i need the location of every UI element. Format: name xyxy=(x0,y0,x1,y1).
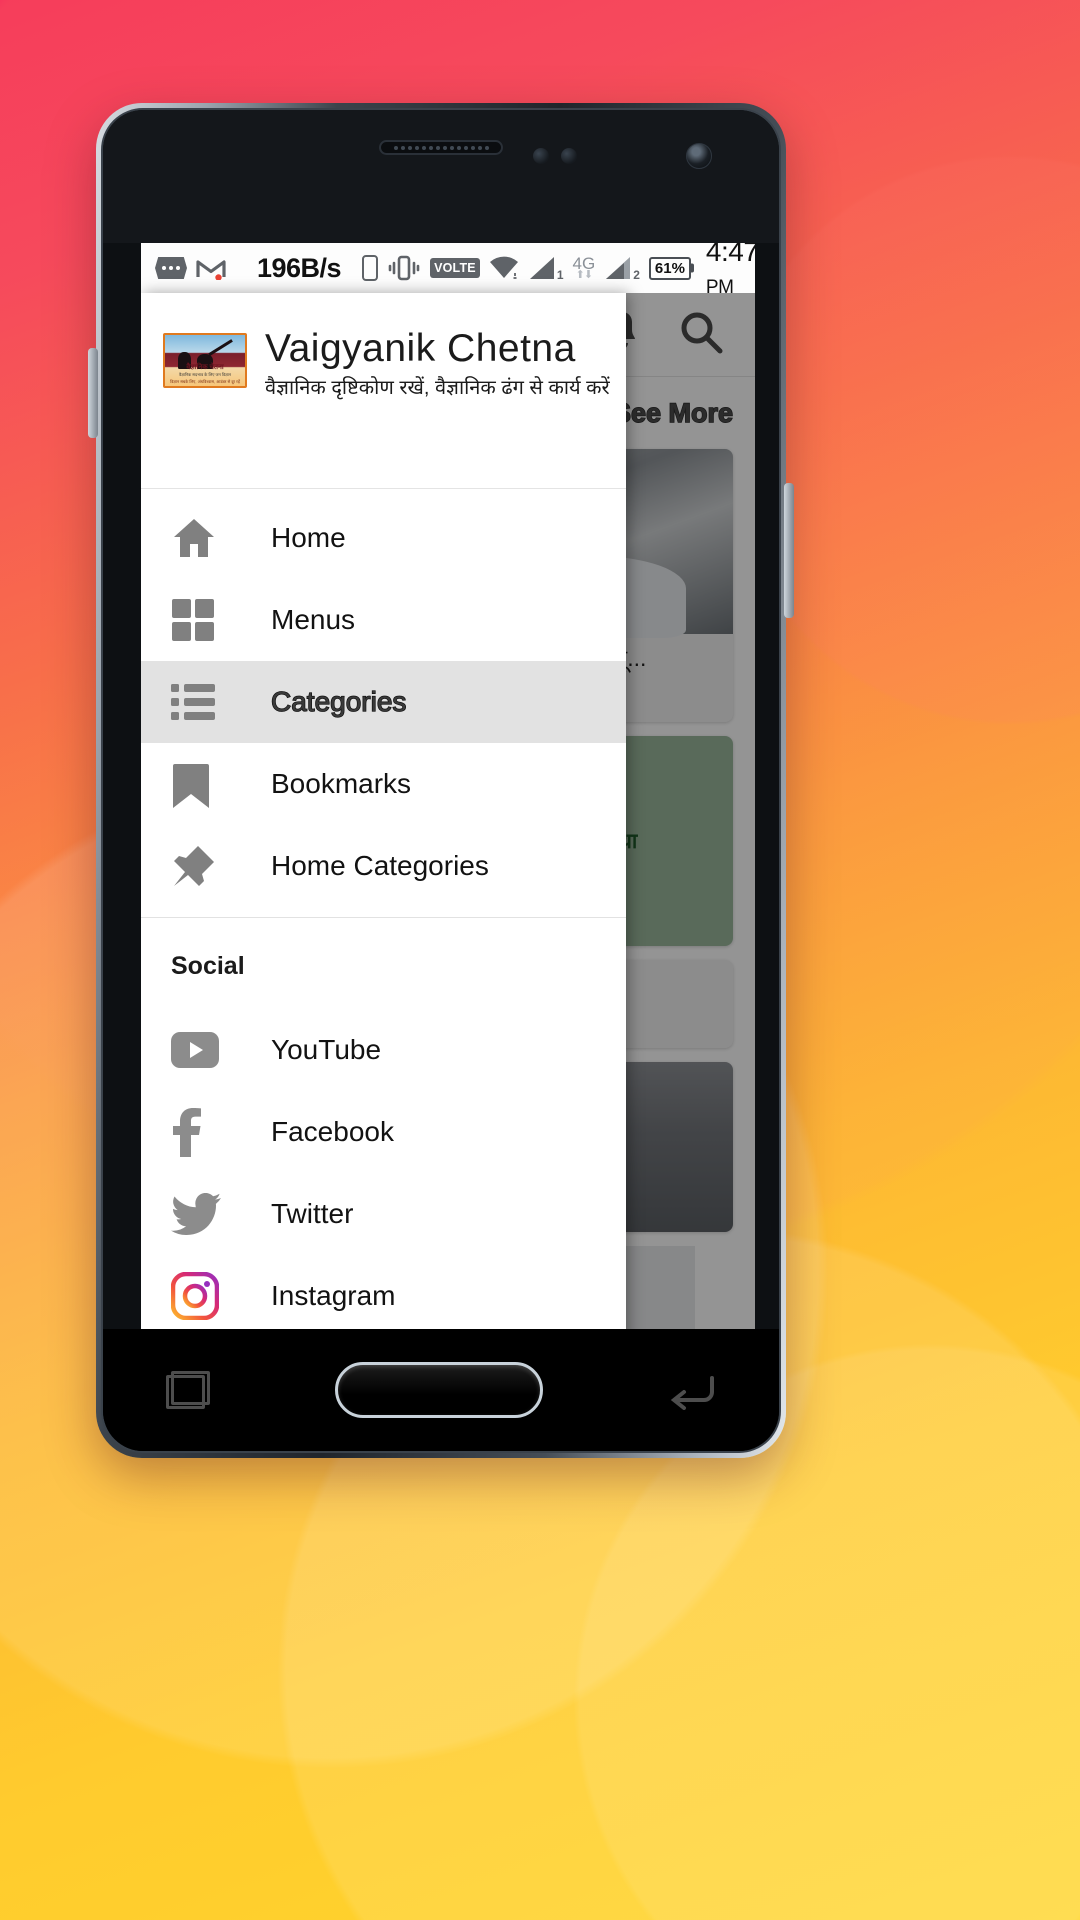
sidebar-item-label: Menus xyxy=(271,604,356,635)
status-bar: 196B/s VOLTE 1 4G ⬆⬇ 2 61% 4:47 PM xyxy=(141,243,755,298)
sidebar-item-categories[interactable]: Categories xyxy=(141,661,626,743)
sim1-label: 1 xyxy=(556,268,564,282)
back-icon[interactable] xyxy=(668,1370,716,1410)
sidebar-item-youtube[interactable]: YouTube xyxy=(141,1009,626,1091)
sidebar-item-label: Bookmarks xyxy=(271,768,412,799)
sidebar-item-label: Instagram xyxy=(271,1280,396,1311)
earpiece-speaker xyxy=(379,140,503,155)
light-sensor xyxy=(561,148,577,164)
home-icon xyxy=(171,515,225,561)
gmail-icon xyxy=(196,256,226,280)
network-speed-text: 196B/s xyxy=(257,252,342,283)
app-logo-icon: वैज्ञानिक चेतना वैज्ञानिक सदभाव के लिए ज… xyxy=(163,333,247,388)
device-screen: 196B/s VOLTE 1 4G ⬆⬇ 2 61% 4:47 PM See M… xyxy=(141,243,755,1345)
instagram-icon xyxy=(171,1272,225,1320)
navigation-bar xyxy=(103,1329,779,1451)
wifi-icon xyxy=(489,255,519,281)
proximity-sensor xyxy=(533,148,549,164)
sidebar-item-twitter[interactable]: Twitter xyxy=(141,1173,626,1255)
navigation-drawer: वैज्ञानिक चेतना वैज्ञानिक सदभाव के लिए ज… xyxy=(141,293,626,1345)
drawer-header: वैज्ञानिक चेतना वैज्ञानिक सदभाव के लिए ज… xyxy=(141,293,626,489)
sim-card-icon xyxy=(362,255,379,281)
sidebar-item-label: Home Categories xyxy=(271,850,489,881)
sidebar-item-label: Home xyxy=(271,522,346,553)
home-key-icon[interactable] xyxy=(334,1362,543,1418)
sidebar-item-label: Facebook xyxy=(271,1116,394,1147)
bookmark-icon xyxy=(171,760,225,808)
sim2-label: 2 xyxy=(633,268,640,282)
logo-caption2: वैज्ञानिक सदभाव के लिए जन विज्ञान xyxy=(179,371,231,377)
brand-text-block: Vaigyanik Chetna वैज्ञानिक दृष्टिकोण रखे… xyxy=(265,325,610,401)
sidebar-item-label: Categories xyxy=(270,685,407,717)
vibrate-icon xyxy=(387,255,421,281)
battery-indicator: 61% xyxy=(648,256,691,280)
logo-caption3: विज्ञान सबके लिए, अंधविश्वास, आडंबर से द… xyxy=(170,378,240,384)
grid-menu-icon xyxy=(171,598,225,642)
signal-strength-sim1-icon: 1 xyxy=(528,255,564,281)
facebook-icon xyxy=(171,1107,225,1157)
sidebar-item-label: YouTube xyxy=(271,1034,382,1065)
status-bar-clock: 4:47 PM xyxy=(706,243,755,300)
app-subtitle: वैज्ञानिक दृष्टिकोण रखें, वैज्ञानिक ढंग … xyxy=(265,376,610,399)
social-section-header: Social xyxy=(171,952,245,980)
phone-top-bezel xyxy=(103,110,779,243)
network-type-indicator: 4G ⬆⬇ xyxy=(572,253,596,282)
volte-badge: VOLTE xyxy=(430,258,480,278)
logo-caption: वैज्ञानिक चेतना xyxy=(186,363,224,371)
sidebar-item-menus[interactable]: Menus xyxy=(141,579,626,661)
sidebar-item-bookmarks[interactable]: Bookmarks xyxy=(141,743,626,825)
pin-icon xyxy=(171,843,225,889)
volume-button[interactable] xyxy=(88,348,98,438)
recents-icon[interactable] xyxy=(165,1371,210,1409)
youtube-icon xyxy=(171,1032,225,1068)
sidebar-item-instagram[interactable]: Instagram xyxy=(141,1255,626,1337)
sidebar-item-label: Twitter xyxy=(271,1198,354,1229)
more-notifications-icon xyxy=(155,257,187,279)
clock-time: 4:47 xyxy=(705,243,755,267)
twitter-icon xyxy=(171,1193,225,1235)
signal-strength-sim2-icon: 2 xyxy=(604,255,640,281)
front-camera xyxy=(686,143,712,169)
sidebar-item-home[interactable]: Home xyxy=(141,497,626,579)
sidebar-item-home-categories[interactable]: Home Categories xyxy=(141,825,626,907)
phone-screen-frame: 196B/s VOLTE 1 4G ⬆⬇ 2 61% 4:47 PM See M… xyxy=(101,108,781,1453)
list-icon xyxy=(171,682,225,722)
phone-mockup: 196B/s VOLTE 1 4G ⬆⬇ 2 61% 4:47 PM See M… xyxy=(88,103,794,1458)
power-button[interactable] xyxy=(784,483,794,618)
app-title: Vaigyanik Chetna xyxy=(265,327,576,370)
drawer-menu-list: Home Menus Categories Bookmarks Home Cat… xyxy=(141,489,626,1345)
sidebar-item-facebook[interactable]: Facebook xyxy=(141,1091,626,1173)
